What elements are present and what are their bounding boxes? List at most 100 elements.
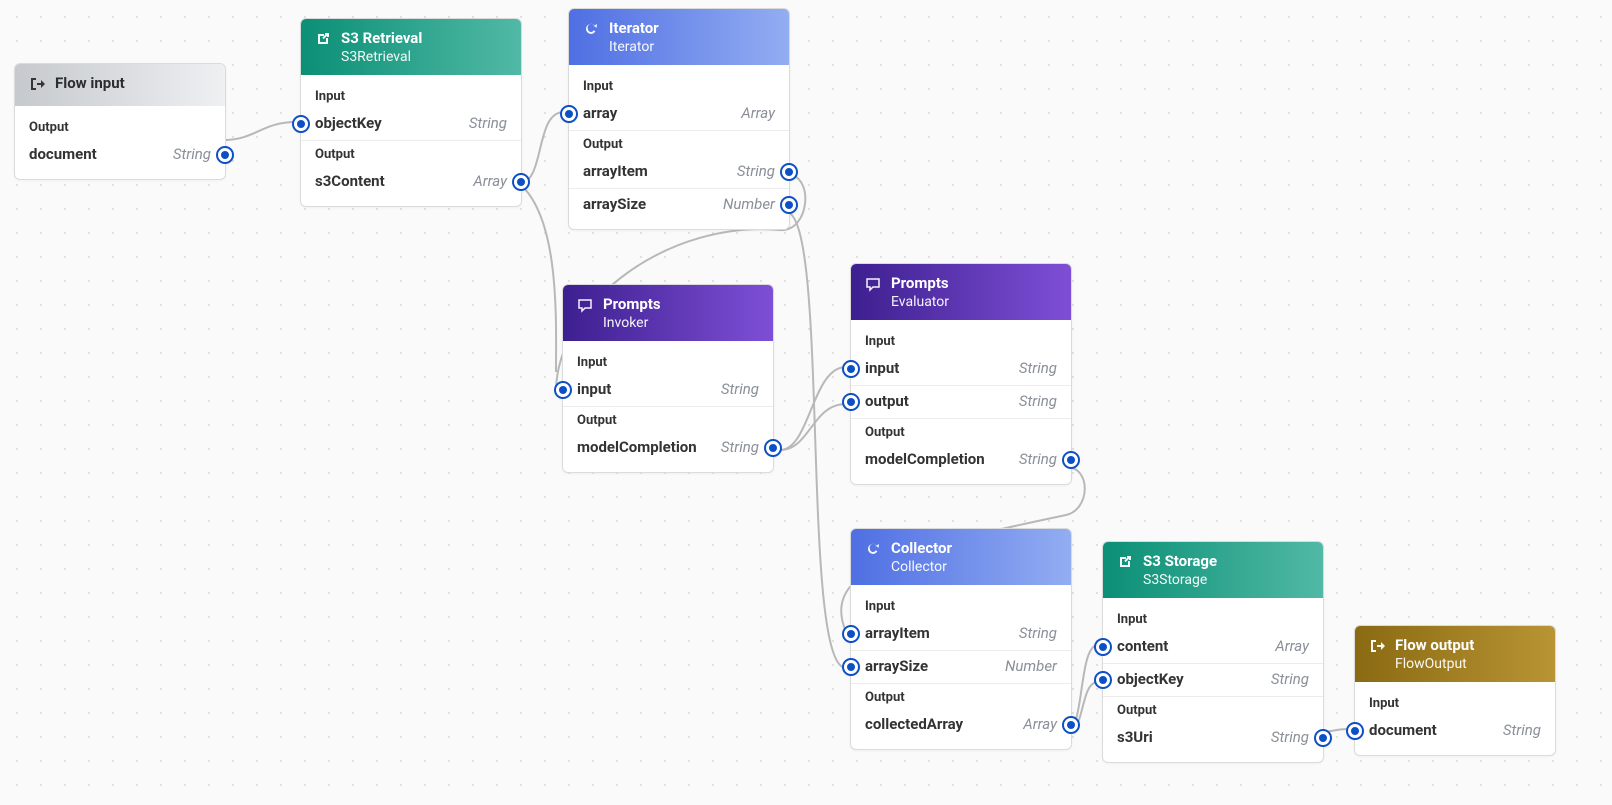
node-s3-storage[interactable]: S3 Storage S3Storage Input content Array…: [1102, 541, 1324, 763]
flow-input-icon: [29, 76, 45, 96]
port-type: Number: [1005, 657, 1057, 675]
node-flow-output[interactable]: Flow output FlowOutput Input document St…: [1354, 625, 1556, 756]
port-type: String: [1019, 392, 1057, 410]
input-port[interactable]: [1346, 722, 1364, 740]
input-port[interactable]: [842, 360, 860, 378]
port-name: objectKey: [1117, 670, 1184, 688]
port-type: Array: [1275, 637, 1309, 655]
port-name: arrayItem: [583, 162, 648, 180]
port-name: document: [29, 145, 97, 163]
port-name: arraySize: [865, 657, 928, 675]
flow-output-icon: [1369, 638, 1385, 658]
port-row: arrayItem String: [851, 618, 1071, 650]
node-header[interactable]: S3 Storage S3Storage: [1103, 542, 1323, 598]
node-subtitle: S3Retrieval: [341, 49, 422, 65]
node-flow-input[interactable]: Flow input Output document String: [14, 63, 226, 180]
section-output: Output: [563, 407, 773, 432]
section-input: Input: [569, 73, 789, 98]
port-name: s3Content: [315, 172, 385, 190]
input-port[interactable]: [842, 393, 860, 411]
prompt-icon: [577, 297, 593, 317]
output-port[interactable]: [780, 196, 798, 214]
node-subtitle: FlowOutput: [1395, 656, 1474, 672]
port-type: Array: [473, 172, 507, 190]
node-title: Flow output: [1395, 636, 1474, 654]
port-row: array Array: [569, 98, 789, 130]
output-port[interactable]: [1314, 729, 1332, 747]
port-row: modelCompletion String: [851, 444, 1071, 476]
port-type: String: [469, 114, 507, 132]
output-port[interactable]: [764, 439, 782, 457]
node-title: S3 Retrieval: [341, 29, 422, 47]
output-port[interactable]: [1062, 716, 1080, 734]
node-header[interactable]: Prompts Evaluator: [851, 264, 1071, 320]
node-subtitle: S3Storage: [1143, 572, 1217, 588]
node-header[interactable]: Flow input: [15, 64, 225, 106]
port-type: String: [1503, 721, 1541, 739]
port-type: Array: [741, 104, 775, 122]
input-port[interactable]: [560, 105, 578, 123]
port-row: output String: [851, 385, 1071, 418]
node-header[interactable]: S3 Retrieval S3Retrieval: [301, 19, 521, 75]
node-header[interactable]: Prompts Invoker: [563, 285, 773, 341]
node-iterator[interactable]: Iterator Iterator Input array Array Outp…: [568, 8, 790, 230]
port-name: collectedArray: [865, 715, 963, 733]
port-type: String: [1271, 728, 1309, 746]
open-external-icon: [315, 31, 331, 51]
section-output: Output: [569, 131, 789, 156]
input-port[interactable]: [292, 115, 310, 133]
port-name: objectKey: [315, 114, 382, 132]
input-port[interactable]: [1094, 638, 1112, 656]
port-type: String: [1019, 624, 1057, 642]
input-port[interactable]: [842, 625, 860, 643]
input-port[interactable]: [842, 658, 860, 676]
port-type: String: [1271, 670, 1309, 688]
output-port[interactable]: [512, 173, 530, 191]
node-subtitle: Iterator: [609, 39, 659, 55]
port-row: input String: [563, 374, 773, 406]
port-name: arrayItem: [865, 624, 930, 642]
node-title: S3 Storage: [1143, 552, 1217, 570]
node-subtitle: Evaluator: [891, 294, 949, 310]
port-row: s3Content Array: [301, 166, 521, 198]
port-type: Number: [723, 195, 775, 213]
port-name: input: [865, 359, 899, 377]
port-row: s3Uri String: [1103, 722, 1323, 754]
section-input: Input: [851, 328, 1071, 353]
node-header[interactable]: Iterator Iterator: [569, 9, 789, 65]
section-input: Input: [1103, 606, 1323, 631]
section-output: Output: [851, 684, 1071, 709]
port-row: content Array: [1103, 631, 1323, 663]
input-port[interactable]: [554, 381, 572, 399]
node-header[interactable]: Collector Collector: [851, 529, 1071, 585]
node-header[interactable]: Flow output FlowOutput: [1355, 626, 1555, 682]
node-title: Prompts: [891, 274, 949, 292]
node-prompts-invoker[interactable]: Prompts Invoker Input input String Outpu…: [562, 284, 774, 473]
node-prompts-evaluator[interactable]: Prompts Evaluator Input input String out…: [850, 263, 1072, 485]
section-output: Output: [851, 419, 1071, 444]
section-input: Input: [1355, 690, 1555, 715]
node-s3-retrieval[interactable]: S3 Retrieval S3Retrieval Input objectKey…: [300, 18, 522, 207]
iterator-icon: [583, 21, 599, 41]
node-subtitle: Invoker: [603, 315, 661, 331]
port-row: arraySize Number: [851, 650, 1071, 683]
node-title: Collector: [891, 539, 952, 557]
port-name: s3Uri: [1117, 728, 1153, 746]
prompt-icon: [865, 276, 881, 296]
output-port[interactable]: [1062, 451, 1080, 469]
input-port[interactable]: [1094, 671, 1112, 689]
section-input: Input: [563, 349, 773, 374]
node-title: Iterator: [609, 19, 659, 37]
node-subtitle: Collector: [891, 559, 952, 575]
port-name: input: [577, 380, 611, 398]
output-port[interactable]: [216, 146, 234, 164]
section-output: Output: [15, 114, 225, 139]
open-external-icon: [1117, 554, 1133, 574]
node-title: Flow input: [55, 74, 125, 92]
output-port[interactable]: [780, 163, 798, 181]
node-collector[interactable]: Collector Collector Input arrayItem Stri…: [850, 528, 1072, 750]
port-type: String: [721, 380, 759, 398]
port-type: Array: [1023, 715, 1057, 733]
port-type: String: [721, 438, 759, 456]
port-type: String: [173, 145, 211, 163]
